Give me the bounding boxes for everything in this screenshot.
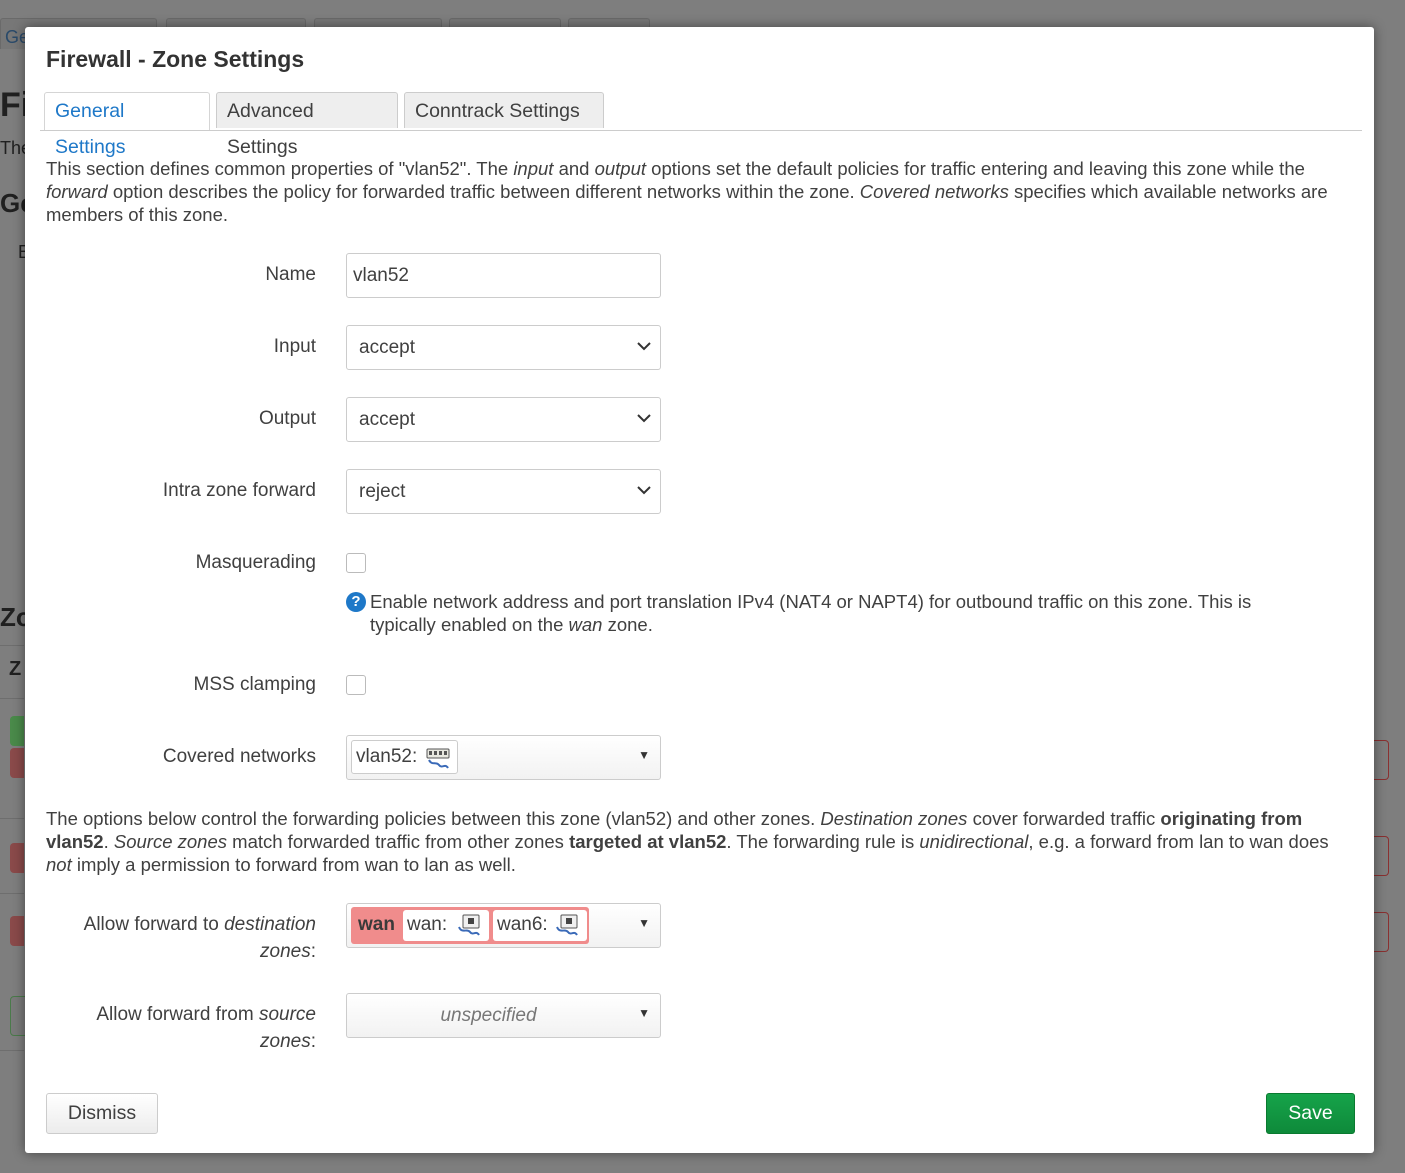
masquerading-label: Masquerading — [195, 552, 316, 573]
label-text: : — [310, 1031, 316, 1052]
network-chip-label: vlan52: — [356, 746, 418, 767]
desc-emphasis: forward — [46, 181, 108, 202]
desc-text: . The forwarding rule is — [726, 831, 920, 852]
output-policy-value: accept — [359, 409, 415, 430]
desc-emphasis: Covered networks — [859, 181, 1009, 202]
background-zone-badge — [10, 843, 24, 873]
desc-emphasis: input — [513, 158, 554, 179]
section-description: This section defines common properties o… — [46, 157, 1356, 226]
dismiss-button[interactable]: Dismiss — [46, 1093, 158, 1134]
desc-text: and — [553, 158, 595, 179]
covered-networks-label: Covered networks — [162, 746, 316, 767]
intra-zone-forward-value: reject — [359, 481, 406, 502]
network-port-icon — [556, 914, 578, 936]
desc-emphasis: output — [594, 158, 647, 179]
label-emphasis: zones — [260, 1031, 311, 1052]
background-divider — [0, 1050, 24, 1051]
desc-emphasis: Source zones — [113, 831, 228, 852]
label-text: : — [310, 941, 316, 962]
desc-text: options set the default policies for tra… — [646, 158, 1305, 179]
desc-strong: targeted at vlan52 — [569, 831, 727, 852]
zone-name: wan — [358, 914, 395, 935]
chevron-down-icon — [637, 342, 651, 351]
name-input[interactable] — [346, 253, 661, 298]
caret-down-icon: ▼ — [638, 916, 650, 930]
forward-to-dropdown[interactable]: wan wan: wan6: ▼ — [346, 903, 661, 948]
question-icon: ? — [346, 592, 366, 612]
background-divider — [0, 818, 24, 819]
label-text: Allow forward to — [83, 914, 225, 935]
tab-advanced-settings[interactable]: Advanced Settings — [216, 92, 398, 158]
label-emphasis: source — [258, 1004, 316, 1025]
background-delete-button — [1372, 912, 1389, 952]
desc-text: . — [103, 831, 114, 852]
help-text: zone. — [602, 614, 653, 635]
covered-networks-dropdown[interactable]: vlan52: ▼ — [346, 735, 661, 780]
input-policy-value: accept — [359, 337, 415, 358]
label-emphasis: destination — [224, 914, 316, 935]
desc-text: This section defines common properties o… — [46, 158, 514, 179]
settings-tabs: General Settings Advanced Settings Connt… — [40, 92, 1362, 158]
forward-to-label: Allow forward to destination zones: — [84, 911, 316, 965]
background-zones-column: Z — [9, 658, 22, 680]
desc-text: match forwarded traffic from other zones — [227, 831, 570, 852]
label-text: Allow forward from — [96, 1004, 259, 1025]
network-chip-wan: wan: — [403, 910, 489, 941]
desc-text: , e.g. a forward from lan to wan does — [1028, 831, 1329, 852]
desc-text: The options below control the forwarding… — [46, 808, 821, 829]
label-emphasis: zones — [260, 941, 311, 962]
forward-from-placeholder: unspecified — [440, 1005, 537, 1026]
mss-clamping-checkbox[interactable] — [346, 675, 366, 695]
background-zone-badge — [10, 716, 24, 746]
network-chip-label: wan6: — [497, 914, 548, 935]
network-chip-label: wan: — [407, 914, 448, 935]
output-policy-select[interactable]: accept — [346, 397, 661, 442]
help-text: Enable network address and port translat… — [370, 591, 1252, 635]
desc-text: imply a permission to forward from wan t… — [71, 854, 516, 875]
tab-general-settings[interactable]: General Settings — [44, 92, 210, 158]
background-zone-badge — [10, 748, 24, 778]
desc-emphasis: Destination zones — [820, 808, 968, 829]
zone-badge-wan: wan wan: wan6: — [351, 907, 589, 944]
chevron-down-icon — [637, 486, 651, 495]
desc-text: cover forwarded traffic — [967, 808, 1161, 829]
input-policy-label: Input — [273, 336, 316, 357]
masquerading-checkbox[interactable] — [346, 553, 366, 573]
background-zone-badge — [10, 916, 24, 946]
caret-down-icon: ▼ — [638, 748, 650, 762]
help-emphasis: wan — [568, 614, 603, 635]
output-policy-label: Output — [258, 408, 316, 429]
tab-conntrack-settings[interactable]: Conntrack Settings — [404, 92, 604, 128]
forward-from-label: Allow forward from source zones: — [96, 1001, 316, 1055]
forwarding-description: The options below control the forwarding… — [46, 807, 1356, 876]
intra-zone-forward-select[interactable]: reject — [346, 469, 661, 514]
network-chip-vlan52: vlan52: — [351, 740, 458, 774]
desc-emphasis: unidirectional — [919, 831, 1029, 852]
caret-down-icon: ▼ — [638, 1006, 650, 1020]
network-port-icon — [458, 914, 480, 936]
intra-zone-forward-label: Intra zone forward — [162, 480, 316, 501]
input-policy-select[interactable]: accept — [346, 325, 661, 370]
save-button[interactable]: Save — [1266, 1093, 1355, 1134]
background-add-button — [10, 996, 26, 1036]
chevron-down-icon — [637, 414, 651, 423]
modal-title: Firewall - Zone Settings — [46, 46, 305, 72]
background-delete-button — [1372, 740, 1389, 780]
background-delete-button — [1372, 836, 1389, 876]
network-ethernet-icon — [426, 748, 450, 769]
masquerading-help-text: Enable network address and port translat… — [370, 590, 1320, 636]
desc-emphasis: not — [46, 854, 72, 875]
name-label: Name — [265, 264, 316, 285]
desc-text: option describes the policy for forwarde… — [107, 181, 860, 202]
forward-from-dropdown[interactable]: unspecified ▼ — [346, 993, 661, 1038]
mss-clamping-label: MSS clamping — [193, 674, 317, 695]
network-chip-wan6: wan6: — [493, 910, 587, 941]
zone-settings-modal: Firewall - Zone Settings General Setting… — [25, 27, 1374, 1153]
background-divider — [0, 645, 24, 646]
background-divider — [0, 698, 24, 699]
background-divider — [0, 893, 24, 894]
